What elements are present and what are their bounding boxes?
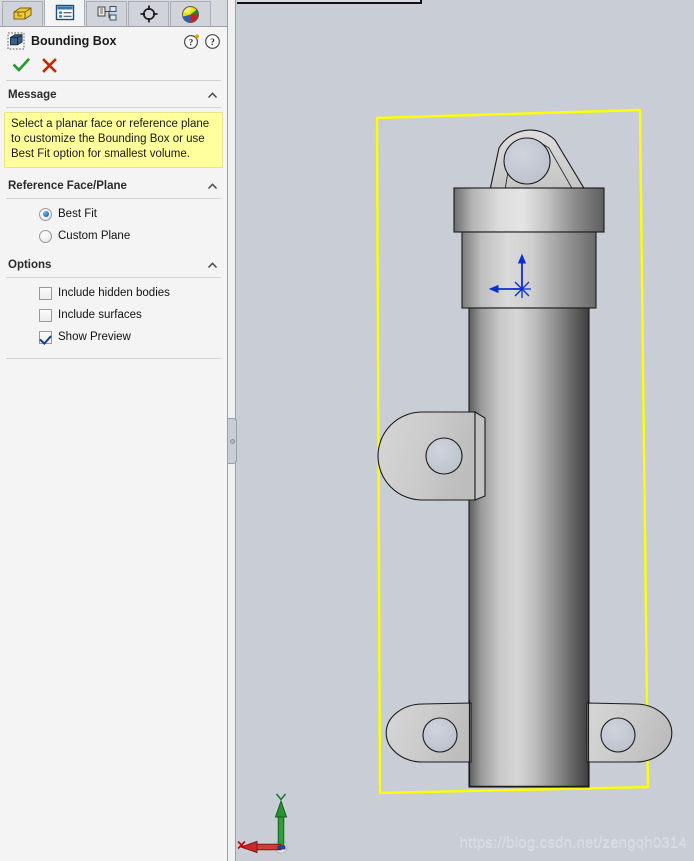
checkbox-show-preview[interactable] — [39, 330, 52, 344]
checkbox-row-include-surfaces[interactable]: Include surfaces — [0, 304, 227, 326]
radio-label-custom-plane[interactable]: Custom Plane — [58, 230, 130, 242]
solidworks-window: Bounding Box ? ? OK — [0, 0, 694, 861]
cylinder-barrel — [468, 307, 590, 788]
title-divider — [6, 80, 221, 81]
radio-row-best-fit[interactable]: Best Fit — [0, 203, 227, 225]
svg-text:?: ? — [189, 37, 194, 47]
options-bottom-rule — [6, 358, 221, 359]
crosshair-target-icon — [140, 5, 157, 23]
checkbox-label-include-surfaces[interactable]: Include surfaces — [58, 309, 142, 321]
reference-group-rule — [6, 198, 221, 199]
manager-tab-strip — [0, 0, 227, 27]
part-body[interactable] — [377, 129, 673, 788]
checkbox-row-include-hidden-bodies[interactable]: Include hidden bodies — [0, 282, 227, 304]
checkbox-include-surfaces[interactable] — [39, 308, 52, 322]
upper-collar — [453, 187, 605, 233]
side-lug-edge-face — [474, 411, 486, 501]
help-icon[interactable]: ? — [204, 33, 221, 50]
feature-manager-tab[interactable] — [2, 1, 43, 26]
message-group-label: Message — [8, 89, 57, 101]
help-whats-new-icon[interactable]: ? — [183, 33, 200, 50]
graphics-viewport[interactable]: X Y https://blog.csdn.net/zengqh0314 — [237, 0, 694, 861]
model-render[interactable] — [237, 0, 694, 861]
configuration-manager-tab[interactable] — [86, 1, 127, 26]
view-orientation-triad: X Y — [237, 791, 288, 854]
cancel-button[interactable] — [36, 54, 62, 76]
options-group-rule — [6, 277, 221, 278]
message-group-rule — [6, 107, 221, 108]
triad-x-axis — [237, 840, 282, 854]
triad-y-label: Y — [237, 791, 245, 794]
property-manager-tab[interactable] — [44, 0, 85, 26]
message-text: Select a planar face or reference plane … — [4, 112, 223, 168]
checkbox-row-show-preview[interactable]: Show Preview — [0, 326, 227, 348]
checkbox-label-show-preview[interactable]: Show Preview — [58, 331, 131, 343]
side-lug-hole — [425, 437, 463, 475]
chevron-up-icon[interactable] — [206, 180, 219, 193]
panel-splitter[interactable] — [228, 0, 237, 861]
radio-best-fit[interactable] — [39, 207, 52, 221]
checkbox-label-include-hidden-bodies[interactable]: Include hidden bodies — [58, 287, 170, 299]
triad-z-axis — [277, 845, 286, 850]
page-title: Bounding Box — [31, 34, 117, 48]
watermark-text: https://blog.csdn.net/zengqh0314 — [459, 834, 687, 851]
property-manager-panel: Bounding Box ? ? OK — [0, 0, 228, 861]
yellow-extrude-icon — [13, 7, 31, 20]
reference-group-header[interactable]: Reference Face/Plane — [0, 176, 227, 196]
reference-group-label: Reference Face/Plane — [8, 180, 127, 192]
message-group-header[interactable]: Message — [0, 85, 227, 105]
chevron-up-icon[interactable] — [206, 259, 219, 272]
upper-neck — [461, 231, 597, 309]
close-icon — [41, 57, 57, 73]
triad-y-axis — [274, 793, 288, 848]
ok-button[interactable] — [8, 54, 34, 76]
configuration-icon — [97, 6, 116, 21]
display-manager-tab[interactable] — [170, 1, 211, 26]
splitter-grip[interactable] — [228, 418, 237, 464]
options-group-header[interactable]: Options — [0, 255, 227, 275]
options-group-label: Options — [8, 259, 52, 271]
property-manager-title-row: Bounding Box ? ? — [0, 27, 227, 51]
radio-custom-plane[interactable] — [39, 229, 52, 243]
color-sphere-icon — [182, 5, 199, 23]
svg-text:?: ? — [210, 38, 215, 48]
confirm-buttons-row: OK Cancel — [0, 51, 227, 77]
radio-label-best-fit[interactable]: Best Fit — [58, 208, 97, 220]
bounding-box-icon — [7, 32, 25, 50]
checkbox-include-hidden-bodies[interactable] — [39, 286, 52, 300]
radio-row-custom-plane[interactable]: Custom Plane — [0, 225, 227, 247]
base-foot-left-hole — [422, 717, 458, 753]
chevron-up-icon[interactable] — [206, 89, 219, 102]
check-icon — [12, 57, 30, 72]
base-foot-right-hole — [600, 717, 636, 753]
top-lug-hole — [503, 137, 551, 185]
splitter-grip-dot — [230, 439, 235, 444]
dimxpert-manager-tab[interactable] — [128, 1, 169, 26]
property-list-icon — [55, 4, 74, 21]
